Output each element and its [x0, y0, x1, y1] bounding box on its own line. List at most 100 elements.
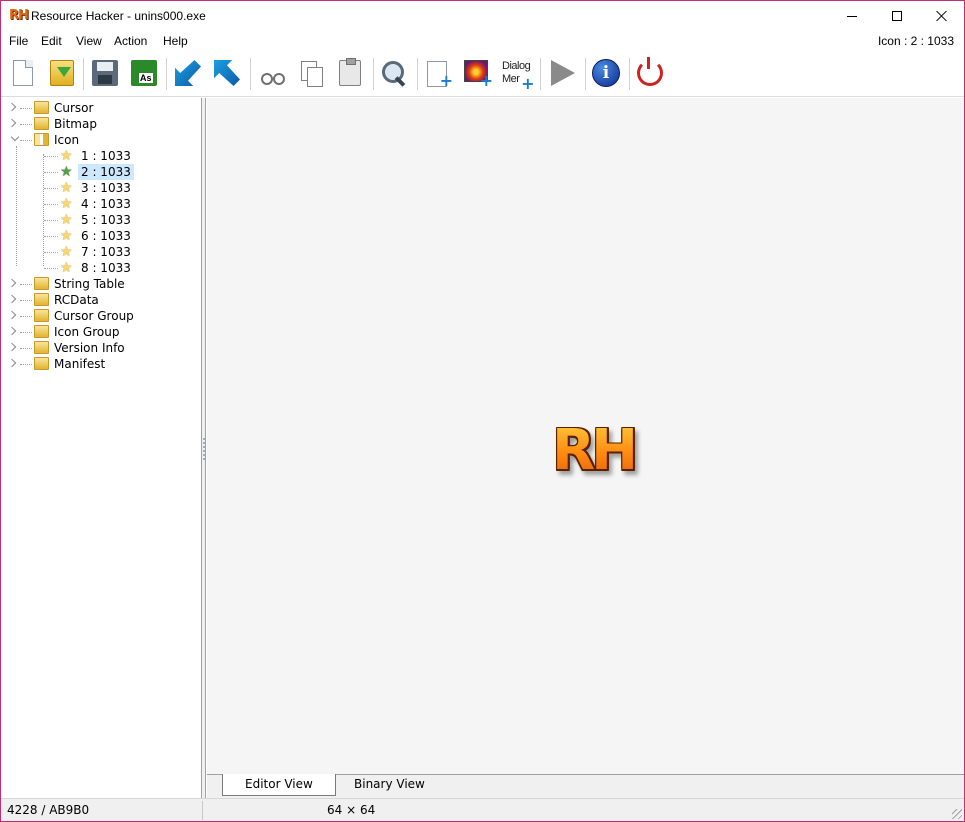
cut-icon	[260, 60, 286, 86]
tree-node-label: Version Info	[54, 341, 125, 355]
tree-node-cursor[interactable]: Cursor	[2, 100, 201, 116]
compile-run-button[interactable]	[546, 56, 580, 90]
expand-arrow-icon[interactable]	[7, 294, 17, 304]
star-icon: ★	[60, 148, 73, 164]
add-blank-resource-button[interactable]	[422, 56, 456, 90]
find-button[interactable]	[377, 56, 411, 90]
minimize-button[interactable]	[829, 1, 875, 31]
save-button[interactable]	[88, 56, 122, 90]
toolbar-separator	[250, 58, 251, 90]
tree-node-string-table[interactable]: String Table	[2, 276, 201, 292]
pane-splitter[interactable]	[202, 98, 206, 798]
close-button[interactable]	[919, 1, 965, 31]
open-file-button[interactable]	[45, 56, 79, 90]
folder-icon	[34, 117, 49, 130]
minimize-icon	[847, 15, 857, 17]
tree-node-icon[interactable]: Icon	[2, 132, 201, 148]
tree-node-label: Cursor Group	[54, 309, 134, 323]
paste-button[interactable]	[333, 56, 367, 90]
add-blank-resource-icon	[425, 59, 453, 90]
tree-leaf-icon-5[interactable]: ★ 5 : 1033	[2, 212, 201, 228]
menu-help[interactable]: Help	[163, 34, 188, 48]
menu-action[interactable]: Action	[114, 34, 147, 48]
app-logo-icon: RH	[9, 8, 29, 23]
tree-leaf-icon-2[interactable]: ★ 2 : 1033	[2, 164, 201, 180]
title-bar[interactable]: RH Resource Hacker - unins000.exe	[1, 1, 964, 31]
tree-node-label: Cursor	[54, 101, 94, 115]
tree-leaf-label: 2 : 1033	[78, 164, 134, 180]
window-title: Resource Hacker - unins000.exe	[31, 9, 206, 23]
tree-leaf-label: 6 : 1033	[81, 229, 131, 243]
tree-node-cursor-group[interactable]: Cursor Group	[2, 308, 201, 324]
tree-node-icon-group[interactable]: Icon Group	[2, 324, 201, 340]
menu-edit[interactable]: Edit	[41, 34, 62, 48]
tree-leaf-icon-3[interactable]: ★ 3 : 1033	[2, 180, 201, 196]
editor-pane[interactable]: RH	[207, 98, 964, 774]
cut-button[interactable]	[256, 56, 290, 90]
tree-node-bitmap[interactable]: Bitmap	[2, 116, 201, 132]
folder-icon	[34, 277, 49, 290]
tab-binary-view[interactable]: Binary View	[332, 774, 447, 796]
expand-arrow-icon[interactable]	[7, 118, 17, 128]
maximize-button[interactable]	[874, 1, 920, 31]
toolbar-separator	[83, 58, 84, 90]
expand-arrow-icon[interactable]	[7, 102, 17, 112]
tree-leaf-icon-1[interactable]: ★ 1 : 1033	[2, 148, 201, 164]
menu-bar: File Edit View Action Help Icon : 2 : 10…	[1, 32, 964, 52]
back-button[interactable]	[171, 56, 205, 90]
dialog-merger-button[interactable]: Dialog Mer +	[500, 56, 534, 92]
toolbar-separator	[417, 58, 418, 90]
open-file-icon	[50, 60, 74, 86]
tree-leaf-icon-4[interactable]: ★ 4 : 1033	[2, 196, 201, 212]
expand-arrow-icon[interactable]	[7, 358, 17, 368]
new-file-button[interactable]	[6, 56, 40, 90]
copy-icon	[300, 60, 323, 87]
exit-button[interactable]	[633, 56, 667, 90]
tree-leaf-icon-6[interactable]: ★ 6 : 1033	[2, 228, 201, 244]
current-resource-indicator: Icon : 2 : 1033	[877, 34, 954, 48]
menu-file[interactable]: File	[9, 34, 28, 48]
save-icon	[92, 60, 118, 86]
collapse-arrow-icon[interactable]	[10, 132, 20, 142]
tree-node-label: Bitmap	[54, 117, 97, 131]
dialog-merger-label-2: Mer	[502, 73, 520, 85]
tree-node-label: Icon	[54, 133, 80, 147]
tree-node-label: Manifest	[54, 357, 106, 371]
tree-node-rcdata[interactable]: RCData	[2, 292, 201, 308]
folder-icon	[34, 357, 49, 370]
dialog-merger-label-1: Dialog	[502, 60, 531, 72]
toolbar-separator	[585, 58, 586, 90]
star-icon: ★	[60, 196, 73, 212]
splitter-grip-icon	[203, 438, 205, 460]
forward-button[interactable]	[210, 56, 244, 90]
tree-node-version-info[interactable]: Version Info	[2, 340, 201, 356]
tree-leaf-icon-7[interactable]: ★ 7 : 1033	[2, 244, 201, 260]
resource-tree[interactable]: Cursor Bitmap Icon ★ 1 : 1033 ★ 2 : 1033…	[2, 98, 202, 798]
maximize-icon	[892, 11, 902, 21]
star-icon: ★	[60, 180, 73, 196]
tree-node-manifest[interactable]: Manifest	[2, 356, 201, 372]
menu-view[interactable]: View	[76, 34, 102, 48]
expand-arrow-icon[interactable]	[7, 342, 17, 352]
folder-icon	[34, 325, 49, 338]
tab-editor-view[interactable]: Editor View	[222, 774, 336, 796]
expand-arrow-icon[interactable]	[7, 310, 17, 320]
tree-leaf-icon-8[interactable]: ★ 8 : 1033	[2, 260, 201, 276]
star-icon: ★	[60, 164, 73, 180]
copy-button[interactable]	[294, 56, 328, 90]
tree-node-label: Icon Group	[54, 325, 120, 339]
folder-icon	[34, 293, 49, 306]
expand-arrow-icon[interactable]	[7, 326, 17, 336]
toolbar-separator	[629, 58, 630, 90]
resize-grip-icon[interactable]	[952, 809, 962, 819]
info-button[interactable]: i	[589, 56, 623, 90]
add-image-resource-button[interactable]	[461, 56, 495, 90]
save-as-button[interactable]: As	[127, 56, 161, 90]
star-icon: ★	[60, 212, 73, 228]
exit-power-icon	[637, 57, 663, 86]
forward-arrow-icon	[214, 60, 240, 86]
folder-icon	[34, 341, 49, 354]
tree-leaf-label: 8 : 1033	[81, 261, 131, 275]
expand-arrow-icon[interactable]	[7, 278, 17, 288]
star-icon: ★	[60, 244, 73, 260]
